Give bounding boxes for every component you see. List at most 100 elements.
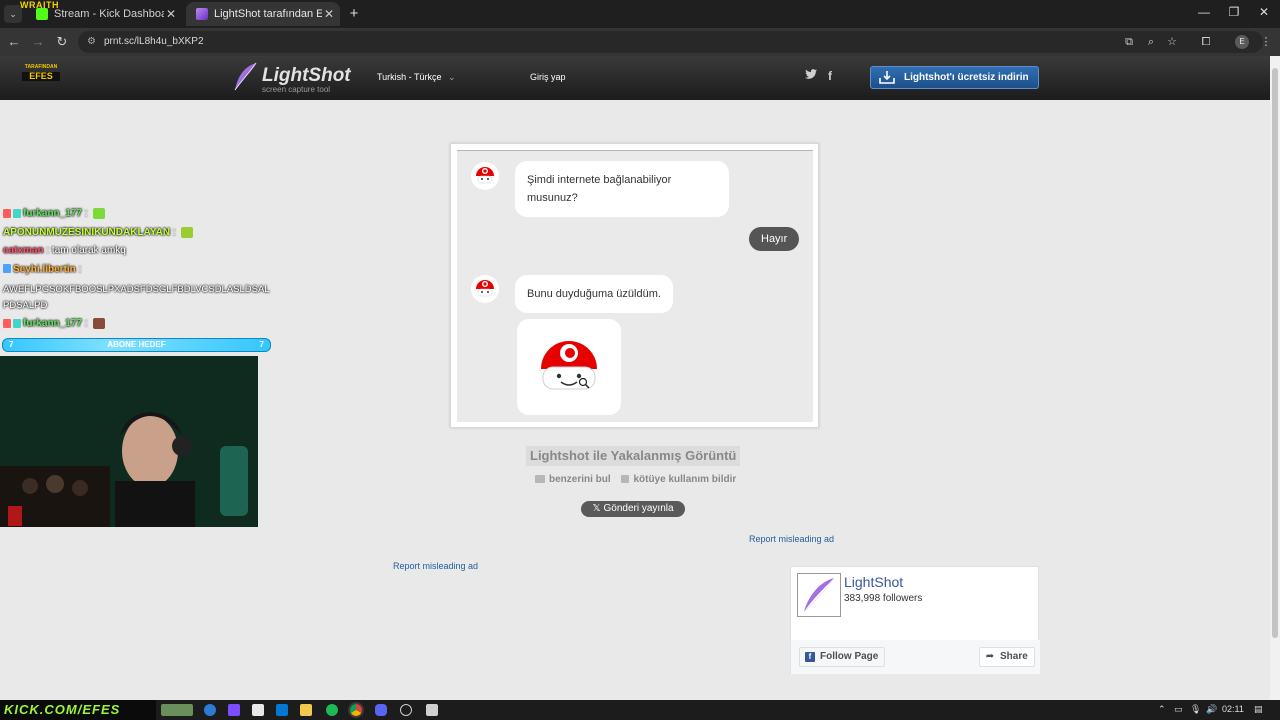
lightshot-logo-text[interactable]: LightShot: [262, 65, 351, 87]
microphone-icon[interactable]: 🎙: [1190, 704, 1201, 715]
screenshot-chat-area: Şimdi internete bağlanabiliyor musunuz? …: [457, 150, 813, 422]
more-menu-icon[interactable]: ⋮: [1259, 35, 1273, 49]
app-icon[interactable]: [426, 704, 438, 716]
emote-icon: [181, 226, 194, 238]
url-text: prnt.sc/lL8h4u_bXKP2: [104, 36, 204, 47]
new-tab-button[interactable]: +: [346, 4, 362, 24]
post-to-x-button[interactable]: 𝕏 Gönderi yayınla: [581, 501, 685, 517]
tab-kick-dashboard[interactable]: Stream - Kick Dashboard ✕: [26, 2, 182, 26]
chat-username: APONUNMUZESINIKUNDAKLAYAN: [3, 226, 171, 238]
chat-text: tam olarak amkq: [51, 245, 126, 256]
goal-label: ABONE HEDEF: [107, 340, 166, 349]
report-abuse-label: kötüye kullanım bildir: [633, 474, 737, 485]
lightshot-header: LightShot screen capture tool Turkish - …: [0, 56, 1270, 100]
bot-avatar-icon: [471, 162, 499, 190]
efes-logo-line2: EFES: [22, 72, 60, 81]
bot-avatar-icon: [471, 275, 499, 303]
captured-screenshot[interactable]: Şimdi internete bağlanabiliyor musunuz? …: [450, 143, 819, 428]
tab-lightshot[interactable]: LightShot tarafından Ekran Görüntüsü ✕: [186, 2, 340, 26]
forward-icon[interactable]: →: [30, 34, 46, 50]
install-app-icon[interactable]: ⧉: [1122, 35, 1136, 49]
bot-mascot-icon: [541, 341, 597, 390]
facebook-icon[interactable]: f: [828, 69, 832, 83]
report-abuse-link[interactable]: kötüye kullanım bildir: [621, 474, 736, 485]
restore-button[interactable]: ❐: [1226, 5, 1242, 19]
bookmark-star-icon[interactable]: ☆: [1165, 35, 1179, 49]
user-reply-bubble: Hayır: [749, 227, 800, 251]
url-bar[interactable]: ⚙ prnt.sc/lL8h4u_bXKP2 ⧉ ⌕ ☆: [78, 31, 1263, 53]
find-similar-link[interactable]: benzerini bul: [535, 474, 611, 485]
tab-title: Stream - Kick Dashboard: [54, 8, 164, 20]
goal-target: 7: [259, 340, 264, 349]
browser-tab-bar: ⌄ WRAITH Stream - Kick Dashboard ✕ Light…: [0, 0, 1280, 28]
outlook-icon[interactable]: [276, 704, 288, 716]
badge-icon: [13, 319, 21, 328]
site-info-icon[interactable]: ⚙: [87, 36, 96, 47]
volume-icon[interactable]: 🔊: [1206, 704, 1217, 715]
follow-page-button[interactable]: f Follow Page: [799, 647, 886, 667]
scrollbar-thumb[interactable]: [1272, 68, 1278, 638]
reload-icon[interactable]: ↻: [54, 34, 70, 50]
badge-icon: [3, 264, 11, 274]
webcam-image: [0, 356, 258, 527]
bot-image-card: [517, 319, 621, 415]
close-tab-icon[interactable]: ✕: [324, 2, 334, 26]
chat-message: furkann_177 :: [3, 318, 271, 337]
bot-message-bubble: Şimdi internete bağlanabiliyor musunuz?: [515, 161, 729, 217]
report-misleading-ad-link[interactable]: Report misleading ad: [393, 561, 478, 571]
subscriber-goal-bar: 7 ABONE HEDEF 7: [2, 338, 271, 352]
find-similar-label: benzerini bul: [549, 474, 611, 485]
language-selector[interactable]: Turkish - Türkçe ⌄: [377, 72, 456, 83]
clock-app-icon[interactable]: [400, 704, 412, 716]
window-close-button[interactable]: ✕: [1256, 5, 1272, 19]
network-icon[interactable]: ▭: [1174, 704, 1183, 715]
chat-separator: :: [75, 263, 82, 275]
facebook-page-widget: LightShot 383,998 followers f Follow Pag…: [790, 566, 1040, 674]
download-lightshot-button[interactable]: Lightshot'ı ücretsiz indirin: [870, 66, 1039, 89]
chat-message: furkann_177 :: [3, 208, 271, 227]
chat-username: catxman: [3, 245, 44, 256]
x-logo-icon: 𝕏: [592, 503, 601, 514]
kick-icon: [36, 8, 48, 20]
lightshot-page-avatar[interactable]: [797, 573, 841, 617]
zoom-icon[interactable]: ⌕: [1144, 35, 1158, 49]
chevron-up-icon[interactable]: ⌃: [1158, 704, 1166, 715]
badge-icon: [13, 209, 21, 218]
chat-separator: :: [43, 245, 52, 256]
facebook-page-name[interactable]: LightShot: [844, 574, 903, 590]
edge-icon[interactable]: [204, 704, 216, 716]
chat-username: furkann_177: [23, 208, 82, 220]
file-explorer-icon[interactable]: [300, 704, 312, 716]
kick-channel-banner: KICK.COM/EFES: [0, 700, 156, 720]
bot-message-bubble: Bunu duyduğuma üzüldüm.: [515, 275, 673, 313]
share-button[interactable]: ➦ Share: [979, 647, 1035, 667]
minimize-button[interactable]: —: [1196, 5, 1212, 19]
extensions-icon[interactable]: ⧠: [1199, 35, 1213, 49]
chat-message: APONUNMUZESINIKUNDAKLAYAN :: [3, 226, 271, 246]
chevron-down-icon: ⌄: [448, 72, 456, 82]
efes-overlay-logo: TARAFINDAN EFES: [22, 63, 60, 83]
store-icon[interactable]: [252, 704, 264, 716]
widgets-icon[interactable]: [161, 704, 193, 716]
vertical-scrollbar[interactable]: [1270, 56, 1280, 700]
lightshot-logo-subtitle: screen capture tool: [262, 85, 331, 94]
webcam-feed: [0, 356, 258, 527]
chat-message: catxman : tam olarak amkq: [3, 245, 271, 264]
close-tab-icon[interactable]: ✕: [166, 2, 176, 26]
spotify-icon[interactable]: [326, 704, 338, 716]
lightshot-feather-icon[interactable]: [232, 62, 258, 92]
report-misleading-ad-link[interactable]: Report misleading ad: [749, 534, 834, 544]
back-icon[interactable]: ←: [6, 34, 22, 50]
twitter-icon[interactable]: [805, 69, 817, 83]
emote-icon: [93, 318, 106, 329]
login-link[interactable]: Giriş yap: [530, 72, 566, 82]
discord-icon[interactable]: [375, 704, 387, 716]
profile-avatar[interactable]: E: [1235, 35, 1249, 49]
chrome-icon[interactable]: [348, 702, 364, 718]
clock-text[interactable]: 02:11: [1222, 704, 1244, 714]
notifications-icon[interactable]: ▤: [1254, 704, 1263, 715]
badge-icon: [3, 319, 11, 328]
chat-text: AWEFLPGSOKFBOOSLPXADSFDSGLFBDLVCSDLASLDS…: [3, 284, 270, 311]
app-icon[interactable]: [228, 704, 240, 716]
facebook-followers-count: 383,998 followers: [844, 593, 923, 604]
